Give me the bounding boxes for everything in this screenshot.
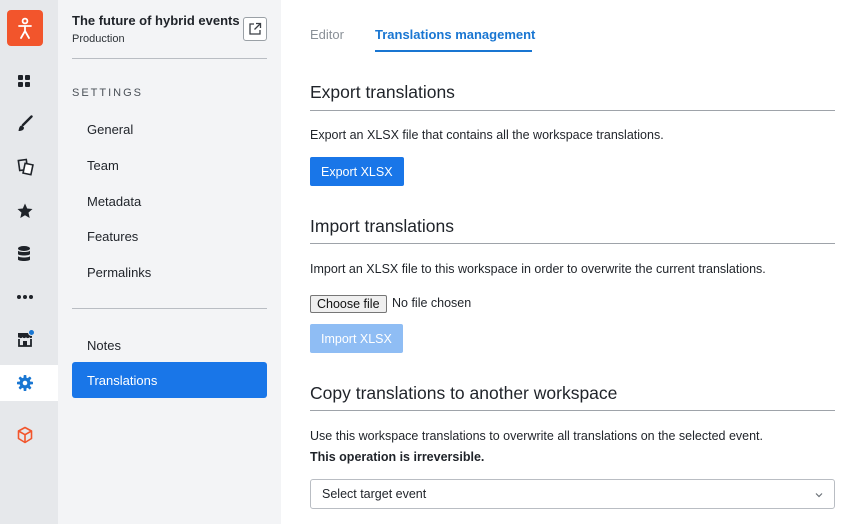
nav-item-permalinks[interactable]: Permalinks xyxy=(72,254,267,290)
main-content: Editor Translations management Export tr… xyxy=(281,0,849,524)
pages-icon xyxy=(17,158,34,176)
nav-item-translations[interactable]: Translations xyxy=(72,362,267,398)
database-icon xyxy=(18,246,30,261)
notification-dot xyxy=(28,329,35,336)
nav-item-metadata[interactable]: Metadata xyxy=(72,183,267,219)
tab-translations-management[interactable]: Translations management xyxy=(375,27,535,42)
import-section-title: Import translations xyxy=(310,216,454,236)
active-tab-indicator xyxy=(375,50,532,52)
nav-item-general[interactable]: General xyxy=(72,111,267,147)
rail-item-settings[interactable] xyxy=(0,365,58,401)
rail-item-design[interactable] xyxy=(0,106,58,142)
rail-item-data[interactable] xyxy=(0,236,58,272)
workspace-environment: Production xyxy=(72,33,125,45)
nav-item-features[interactable]: Features xyxy=(72,218,267,254)
rail-item-favorites[interactable] xyxy=(0,193,58,229)
nav-item-notes[interactable]: Notes xyxy=(72,327,267,363)
external-link-icon xyxy=(249,22,262,35)
file-status: No file chosen xyxy=(392,296,472,310)
cube-icon xyxy=(17,426,33,444)
export-xlsx-button[interactable]: Export XLSX xyxy=(310,157,404,186)
tab-editor[interactable]: Editor xyxy=(310,27,344,42)
rail-item-more[interactable] xyxy=(0,279,58,315)
star-icon xyxy=(17,203,33,218)
rail-item-pages[interactable] xyxy=(0,149,58,185)
export-description: Export an XLSX file that contains all th… xyxy=(310,128,664,142)
copy-description: Use this workspace translations to overw… xyxy=(310,429,764,443)
section-divider xyxy=(310,410,835,411)
section-divider xyxy=(310,243,835,244)
rail-item-store[interactable] xyxy=(0,321,58,357)
nav-item-team[interactable]: Team xyxy=(72,147,267,183)
more-icon xyxy=(17,295,33,299)
copy-warning: This operation is irreversible. xyxy=(310,450,485,464)
choose-file-button[interactable]: Choose file xyxy=(310,295,387,313)
rail-item-integrations[interactable] xyxy=(0,417,58,453)
import-description: Import an XLSX file to this workspace in… xyxy=(310,262,766,276)
app-logo[interactable] xyxy=(7,10,43,46)
chevron-down-icon xyxy=(815,493,823,498)
open-external-button[interactable] xyxy=(243,17,267,41)
section-divider xyxy=(310,110,835,111)
person-logo-icon xyxy=(18,17,32,39)
workspace-title: The future of hybrid events xyxy=(72,13,240,28)
import-xlsx-button: Import XLSX xyxy=(310,324,403,353)
brush-icon xyxy=(18,115,33,131)
export-section-title: Export translations xyxy=(310,82,455,102)
gear-icon xyxy=(17,375,33,391)
copy-section-title: Copy translations to another workspace xyxy=(310,383,618,403)
grid-icon xyxy=(18,75,30,87)
select-placeholder: Select target event xyxy=(322,487,427,501)
settings-section-label: SETTINGS xyxy=(72,87,144,99)
rail-item-dashboard[interactable] xyxy=(0,63,58,99)
target-event-select[interactable]: Select target event xyxy=(310,479,835,509)
divider xyxy=(72,308,267,309)
settings-panel: The future of hybrid events Production S… xyxy=(58,0,281,524)
divider xyxy=(72,58,267,59)
icon-rail xyxy=(0,0,58,524)
